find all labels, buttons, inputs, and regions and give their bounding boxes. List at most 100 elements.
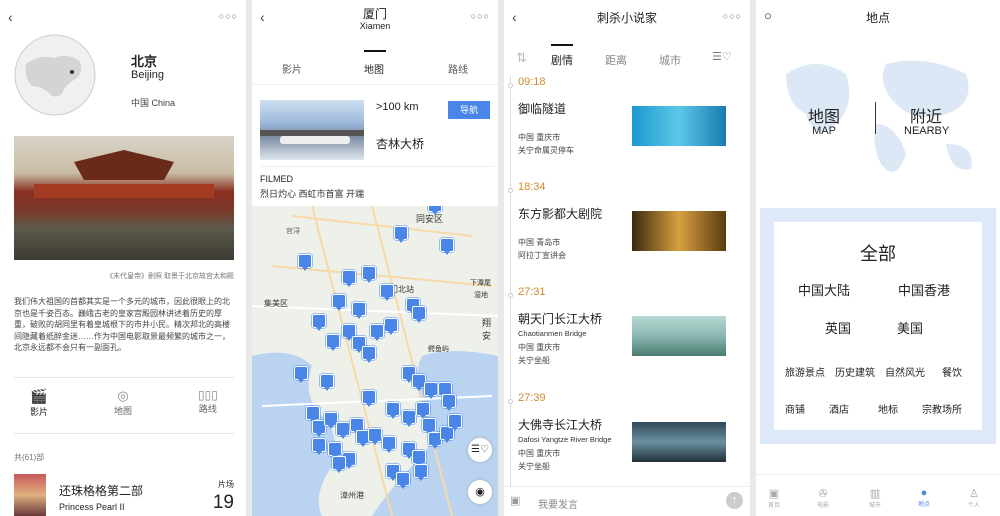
map-pin[interactable] bbox=[328, 442, 342, 459]
filter-all[interactable]: 全部 bbox=[774, 240, 982, 266]
more-icon[interactable]: ○○○ bbox=[723, 11, 742, 21]
movie-title-cn[interactable]: 还珠格格第二部 bbox=[59, 482, 143, 499]
map-pin[interactable] bbox=[442, 394, 456, 411]
map-pin[interactable] bbox=[424, 382, 438, 399]
tab-city[interactable]: 城市 bbox=[659, 52, 681, 68]
category-religious[interactable]: 宗教场所 bbox=[922, 401, 962, 416]
scene-thumbnail[interactable] bbox=[632, 211, 726, 251]
map-pin[interactable] bbox=[320, 374, 334, 391]
comment-input[interactable]: 我要发言 bbox=[538, 496, 578, 511]
map-pin[interactable] bbox=[422, 418, 436, 435]
favorite-list-icon[interactable]: ☰♡ bbox=[468, 438, 492, 462]
scene-subtitle: Chaotianmen Bridge bbox=[518, 329, 587, 338]
map-pin-icon: ◎ bbox=[117, 388, 129, 403]
map-pin[interactable] bbox=[336, 422, 350, 439]
favorite-list-icon[interactable]: ☰♡ bbox=[712, 50, 732, 63]
scene-count: 19 bbox=[212, 492, 234, 513]
search-icon[interactable]: ○ bbox=[764, 8, 772, 23]
map-pin[interactable] bbox=[402, 410, 416, 427]
tab-home[interactable]: ▣ 首页 bbox=[768, 487, 780, 509]
map-option-label[interactable]: 地图 bbox=[808, 103, 840, 127]
tab-films[interactable]: 影片 bbox=[282, 61, 302, 76]
category-shops[interactable]: 商铺 bbox=[785, 401, 805, 416]
map-pin[interactable] bbox=[368, 428, 382, 445]
map-view[interactable]: 同安区 官浔 集美区 漳州港 厦门北站 鳄鱼屿 翔安 下潭尾 湿地 ☰♡ ◉ bbox=[252, 206, 498, 516]
map-pin[interactable] bbox=[332, 456, 346, 473]
back-icon[interactable]: ‹ bbox=[8, 9, 13, 25]
category-hotels[interactable]: 酒店 bbox=[829, 401, 849, 416]
map-pin[interactable] bbox=[394, 226, 408, 243]
navigate-button[interactable]: 导航 bbox=[448, 101, 490, 119]
movie-poster[interactable] bbox=[14, 474, 46, 516]
scene-title[interactable]: 东方影都大剧院 bbox=[518, 205, 602, 222]
map-pin[interactable] bbox=[312, 314, 326, 331]
map-pin[interactable] bbox=[306, 406, 320, 423]
map-pin[interactable] bbox=[396, 472, 410, 489]
category-scenic[interactable]: 旅游景点 bbox=[785, 364, 825, 379]
tab-map[interactable]: ◎ 地图 bbox=[114, 388, 132, 417]
map-pin[interactable] bbox=[384, 318, 398, 335]
tab-films[interactable]: 🎬 影片 bbox=[30, 388, 48, 418]
map-pin[interactable] bbox=[386, 402, 400, 419]
map-pin[interactable] bbox=[362, 390, 376, 407]
map-pin[interactable] bbox=[294, 366, 308, 383]
map-pin[interactable] bbox=[440, 238, 454, 255]
nearby-option-label[interactable]: 附近 bbox=[910, 103, 942, 127]
scene-time: 27:39 bbox=[518, 392, 546, 404]
region-mainland[interactable]: 中国大陆 bbox=[798, 280, 850, 299]
active-tab-indicator bbox=[364, 50, 386, 52]
map-pin[interactable] bbox=[412, 306, 426, 323]
tab-plot[interactable]: 剧情 bbox=[551, 52, 573, 68]
category-landmarks[interactable]: 地标 bbox=[878, 401, 898, 416]
tab-map[interactable]: 地图 bbox=[364, 61, 384, 76]
map-pin[interactable] bbox=[428, 206, 442, 215]
more-icon[interactable]: ○○○ bbox=[471, 11, 490, 21]
tab-route[interactable]: 路线 bbox=[448, 61, 468, 76]
region-hongkong[interactable]: 中国香港 bbox=[898, 280, 950, 299]
send-icon[interactable]: ↑ bbox=[726, 492, 743, 509]
tab-distance[interactable]: 距离 bbox=[605, 52, 627, 68]
map-pin[interactable] bbox=[332, 294, 346, 311]
map-pin[interactable] bbox=[382, 436, 396, 453]
map-pin[interactable] bbox=[352, 302, 366, 319]
region-uk[interactable]: 英国 bbox=[825, 318, 851, 337]
category-nature[interactable]: 自然风光 bbox=[885, 364, 925, 379]
scene-title[interactable]: 御临隧道 bbox=[518, 100, 566, 117]
back-icon[interactable]: ‹ bbox=[512, 9, 517, 25]
more-icon[interactable]: ○○○ bbox=[219, 11, 238, 21]
map-pin[interactable] bbox=[326, 334, 340, 351]
scene-thumbnail[interactable] bbox=[632, 106, 726, 146]
scene-label: 片场 bbox=[218, 480, 234, 489]
scene-thumbnail[interactable] bbox=[632, 422, 726, 462]
camera-icon[interactable]: ◉ bbox=[468, 480, 492, 504]
map-pin[interactable] bbox=[362, 266, 376, 283]
tab-cities[interactable]: ▥ 城市 bbox=[869, 487, 881, 509]
category-dining[interactable]: 餐饮 bbox=[942, 364, 962, 379]
map-pin[interactable] bbox=[416, 402, 430, 419]
scene-title[interactable]: 朝天门长江大桥 bbox=[518, 310, 602, 327]
scene-thumbnail[interactable] bbox=[632, 316, 726, 356]
map-pin[interactable] bbox=[380, 284, 394, 301]
timeline-dot bbox=[508, 83, 513, 88]
map-pin[interactable] bbox=[342, 270, 356, 287]
scene-title[interactable]: 大佛寺长江大桥 bbox=[518, 416, 602, 433]
map-pin[interactable] bbox=[312, 438, 326, 455]
map-pin[interactable] bbox=[414, 464, 428, 481]
category-historic[interactable]: 历史建筑 bbox=[835, 364, 875, 379]
region-usa[interactable]: 美国 bbox=[897, 318, 923, 337]
location-photo[interactable] bbox=[260, 100, 364, 160]
map-pin[interactable] bbox=[362, 346, 376, 363]
image-icon[interactable]: ▣ bbox=[510, 494, 520, 507]
map-pin[interactable] bbox=[298, 254, 312, 271]
tab-movies[interactable]: ✇ 电影 bbox=[817, 487, 829, 509]
scene-address: 关宁坐船 bbox=[518, 462, 550, 471]
sort-icon[interactable]: ⇅ bbox=[516, 50, 527, 66]
tab-profile[interactable]: ♙ 个人 bbox=[968, 487, 980, 509]
place-name[interactable]: 杏林大桥 bbox=[376, 135, 424, 152]
map-pin[interactable] bbox=[370, 324, 384, 341]
map-pin[interactable] bbox=[412, 450, 426, 467]
tab-route[interactable]: ▯▯▯ 路线 bbox=[198, 388, 218, 415]
tab-places[interactable]: ● 地点 bbox=[918, 487, 930, 508]
filmed-movies: 烈日灼心 西虹市首富 开端 bbox=[260, 189, 365, 199]
map-pin[interactable] bbox=[448, 414, 462, 431]
